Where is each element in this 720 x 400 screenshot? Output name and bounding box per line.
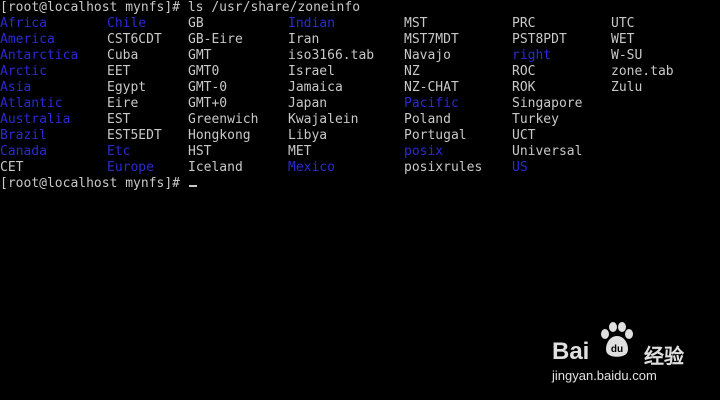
file-entry: HST bbox=[188, 144, 212, 159]
file-entry: Jamaica bbox=[288, 80, 343, 95]
file-entry: GB bbox=[188, 16, 204, 31]
file-entry: Egypt bbox=[107, 80, 147, 95]
baidu-jingyan-watermark: du Bai 经验 jingyan.baidu.com bbox=[548, 322, 698, 384]
file-entry: Libya bbox=[288, 128, 328, 143]
directory-entry: America bbox=[0, 32, 55, 47]
file-entry: Iceland bbox=[188, 160, 243, 175]
file-entry: MET bbox=[288, 144, 312, 159]
file-entry: Zulu bbox=[611, 80, 643, 95]
file-entry: PST8PDT bbox=[512, 32, 567, 47]
directory-entry: Australia bbox=[0, 112, 71, 127]
terminal-screen[interactable]: [root@localhost mynfs]# ls /usr/share/zo… bbox=[0, 0, 720, 400]
directory-entry: Africa bbox=[0, 16, 47, 31]
file-entry: Portugal bbox=[404, 128, 467, 143]
file-entry: zone.tab bbox=[611, 64, 674, 79]
file-entry: Navajo bbox=[404, 48, 451, 63]
file-entry: posixrules bbox=[404, 160, 483, 175]
file-entry: W-SU bbox=[611, 48, 643, 63]
directory-entry: Canada bbox=[0, 144, 47, 159]
file-entry: WET bbox=[611, 32, 635, 47]
file-entry: ROC bbox=[512, 64, 536, 79]
file-entry: GB-Eire bbox=[188, 32, 243, 47]
file-entry: Turkey bbox=[512, 112, 559, 127]
jingyan-logo-text: 经验 bbox=[644, 344, 684, 368]
directory-entry: US bbox=[512, 160, 528, 175]
file-entry: Greenwich bbox=[188, 112, 259, 127]
directory-entry: Pacific bbox=[404, 96, 459, 111]
file-entry: GMT-0 bbox=[188, 80, 228, 95]
file-entry: UTC bbox=[611, 16, 635, 31]
directory-entry: Antarctica bbox=[0, 48, 79, 63]
file-entry: GMT0 bbox=[188, 64, 220, 79]
file-entry: NZ bbox=[404, 64, 420, 79]
directory-entry: Arctic bbox=[0, 64, 47, 79]
command-line: [root@localhost mynfs]# ls /usr/share/zo… bbox=[0, 0, 361, 15]
file-entry: Japan bbox=[288, 96, 328, 111]
file-entry: CET bbox=[0, 160, 24, 175]
directory-entry: right bbox=[512, 48, 552, 63]
directory-entry: Europe bbox=[107, 160, 154, 175]
file-entry: Singapore bbox=[512, 96, 583, 111]
directory-entry: Atlantic bbox=[0, 96, 63, 111]
file-entry: Israel bbox=[288, 64, 335, 79]
file-entry: Iran bbox=[288, 32, 320, 47]
text-cursor bbox=[188, 185, 197, 187]
prompt-text: [root@localhost mynfs]# bbox=[0, 176, 188, 191]
file-entry: EST5EDT bbox=[107, 128, 162, 143]
file-entry: MST7MDT bbox=[404, 32, 459, 47]
directory-entry: Asia bbox=[0, 80, 32, 95]
file-entry: UCT bbox=[512, 128, 536, 143]
directory-entry: Brazil bbox=[0, 128, 47, 143]
directory-entry: Etc bbox=[107, 144, 131, 159]
file-entry: GMT+0 bbox=[188, 96, 228, 111]
file-entry: Hongkong bbox=[188, 128, 251, 143]
file-entry: EET bbox=[107, 64, 131, 79]
prompt-line[interactable]: [root@localhost mynfs]# bbox=[0, 176, 197, 192]
directory-entry: Chile bbox=[107, 16, 147, 31]
watermark-url: jingyan.baidu.com bbox=[552, 368, 657, 383]
file-entry: NZ-CHAT bbox=[404, 80, 459, 95]
file-entry: iso3166.tab bbox=[288, 48, 375, 63]
directory-entry: posix bbox=[404, 144, 444, 159]
file-entry: CST6CDT bbox=[107, 32, 162, 47]
directory-entry: Indian bbox=[288, 16, 335, 31]
file-entry: Kwajalein bbox=[288, 112, 359, 127]
file-entry: Cuba bbox=[107, 48, 139, 63]
file-entry: ROK bbox=[512, 80, 536, 95]
file-entry: GMT bbox=[188, 48, 212, 63]
baidu-logo-text: Bai bbox=[552, 338, 590, 365]
file-entry: EST bbox=[107, 112, 131, 127]
file-entry: MST bbox=[404, 16, 428, 31]
file-entry: Eire bbox=[107, 96, 139, 111]
directory-entry: Mexico bbox=[288, 160, 335, 175]
file-entry: PRC bbox=[512, 16, 536, 31]
file-entry: Universal bbox=[512, 144, 583, 159]
file-entry: Poland bbox=[404, 112, 451, 127]
